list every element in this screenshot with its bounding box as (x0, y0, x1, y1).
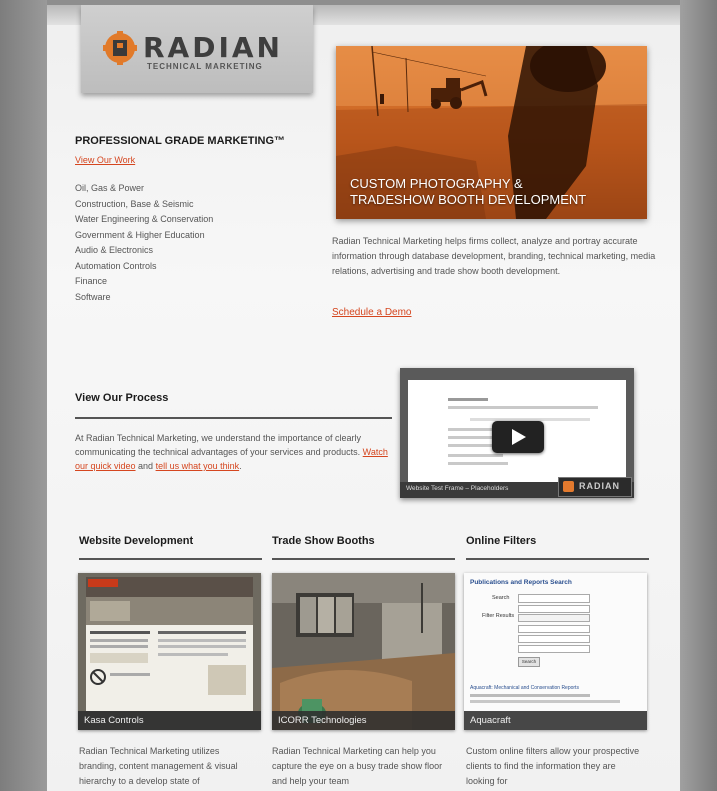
process-text-part: and (135, 461, 156, 471)
tell-us-link[interactable]: tell us what you think (156, 461, 240, 471)
section-text-website: Radian Technical Marketing utilizes bran… (79, 746, 238, 786)
filter-preview-line (470, 700, 620, 703)
filter-preview-label: Filter Results (482, 613, 515, 619)
industry-item: Water Engineering & Conservation (75, 214, 214, 224)
right-page-margin (680, 0, 717, 791)
thumb-kasa-controls[interactable]: Kasa Controls (78, 573, 261, 730)
process-text: At Radian Technical Marketing, we unders… (75, 431, 395, 473)
section-heading-trade-show: Trade Show Booths (272, 535, 375, 547)
section-text-trade-show: Radian Technical Marketing can help you … (272, 746, 443, 786)
schedule-demo-link[interactable]: Schedule a Demo (332, 307, 412, 318)
section-divider (272, 558, 455, 560)
logo-subtitle: TECHNICAL MARKETING (147, 62, 263, 71)
thumb-aquacraft[interactable]: Publications and Reports Search Search F… (464, 573, 647, 730)
hero-caption-line: TRADESHOW BOOTH DEVELOPMENT (350, 192, 587, 207)
filter-preview-input (518, 594, 590, 603)
preview-line (448, 462, 508, 465)
view-our-work-link[interactable]: View Our Work (75, 155, 135, 165)
filter-preview-select (518, 614, 590, 622)
industry-item: Automation Controls (75, 260, 157, 271)
filter-preview-input (518, 625, 590, 633)
preview-line (448, 398, 488, 401)
thumb-caption-bar: Kasa Controls (78, 711, 261, 730)
filter-preview-footer: Aquacraft: Mechanical and Conservation R… (470, 685, 579, 691)
thumb-caption: Aquacraft (470, 715, 511, 726)
industry-item: Government & Higher Education (75, 229, 205, 240)
kasa-screenshot (78, 573, 261, 730)
hero-caption: CUSTOM PHOTOGRAPHY & TRADESHOW BOOTH DEV… (350, 176, 586, 208)
filter-preview-input (518, 605, 590, 613)
hero-banner[interactable]: CUSTOM PHOTOGRAPHY & TRADESHOW BOOTH DEV… (336, 46, 647, 219)
page-container: RADIAN TECHNICAL MARKETING PROFESSIONAL … (47, 5, 680, 791)
left-page-margin (0, 0, 47, 791)
industry-list: Oil, Gas & Power Construction, Base & Se… (75, 181, 213, 305)
play-icon (512, 429, 526, 445)
booth-photo (272, 573, 455, 730)
video-badge-text: RADIAN (579, 481, 620, 491)
logo-wordmark: RADIAN (143, 31, 283, 64)
thumb-caption-bar: Aquacraft (464, 711, 647, 730)
logo-tab[interactable]: RADIAN TECHNICAL MARKETING (81, 5, 313, 93)
industry-item: Audio & Electronics (75, 245, 154, 255)
section-divider (79, 558, 262, 560)
industry-item: Oil, Gas & Power (75, 183, 145, 193)
radian-badge-icon (563, 481, 574, 492)
hero-caption-line: CUSTOM PHOTOGRAPHY & (350, 176, 523, 191)
process-video[interactable]: Website Test Frame – Placeholders RADIAN (400, 368, 634, 498)
process-text-part: At Radian Technical Marketing, we unders… (75, 433, 363, 457)
filter-preview-label: Search (492, 595, 510, 601)
radian-logo-icon (103, 31, 137, 65)
video-logo-badge: RADIAN (558, 477, 632, 497)
thumb-caption: Kasa Controls (84, 715, 144, 726)
section-text-online-filters: Custom online filters allow your prospec… (466, 746, 640, 786)
preview-line (448, 406, 598, 409)
play-button[interactable] (492, 421, 544, 453)
thumb-caption-bar: ICORR Technologies (272, 711, 455, 730)
tagline: PROFESSIONAL GRADE MARKETING™ (75, 135, 286, 147)
industry-item: Construction, Base & Seismic (75, 198, 194, 209)
hero-description: Radian Technical Marketing helps firms c… (332, 236, 656, 276)
filter-preview-search-button: Search (518, 657, 540, 667)
section-heading-website: Website Development (79, 535, 194, 547)
preview-line (448, 454, 503, 457)
video-caption: Website Test Frame – Placeholders (406, 485, 509, 492)
section-heading-online-filters: Online Filters (466, 535, 537, 547)
filter-preview-input (518, 645, 590, 653)
process-text-part: . (239, 461, 242, 471)
filter-preview-title: Publications and Reports Search (470, 579, 572, 586)
filter-preview-input (518, 635, 590, 643)
filter-preview-line (470, 694, 590, 697)
thumb-icorr-technologies[interactable]: ICORR Technologies (272, 573, 455, 730)
process-heading: View Our Process (75, 392, 169, 404)
industry-item: Finance (75, 276, 108, 286)
thumb-caption: ICORR Technologies (278, 715, 367, 726)
process-divider (75, 417, 392, 419)
industry-item: Software (75, 291, 111, 302)
section-divider (466, 558, 649, 560)
